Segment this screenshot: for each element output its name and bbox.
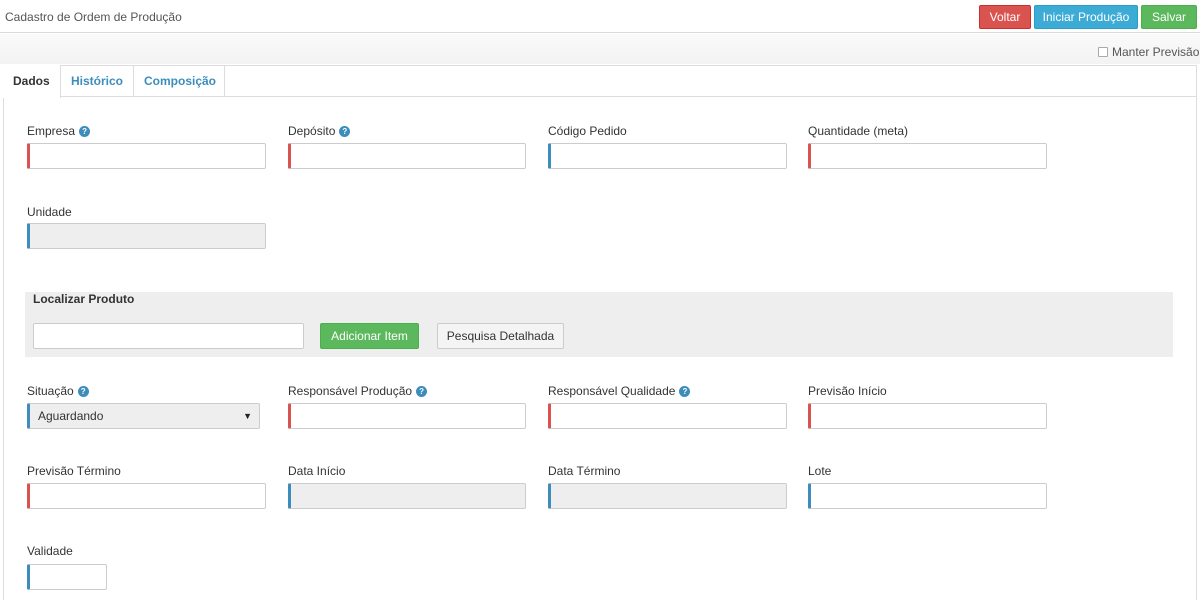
validade-label: Validade <box>27 544 73 558</box>
previsao-termino-label: Previsão Término <box>27 464 121 478</box>
deposito-label-text: Depósito <box>288 124 336 138</box>
resp-qualidade-label-text: Responsável Qualidade <box>548 384 676 398</box>
tab-bar: Dados Histórico Composição <box>3 65 1197 98</box>
produto-search-input[interactable] <box>33 323 304 349</box>
previsao-inicio-field[interactable] <box>808 403 1047 429</box>
empresa-label-text: Empresa <box>27 124 76 138</box>
iniciar-producao-button[interactable]: Iniciar Produção <box>1034 5 1138 29</box>
tab-historico[interactable]: Histórico <box>61 65 134 97</box>
situacao-value: Aguardando <box>38 409 104 423</box>
manter-previsao-label: Manter Previsão <box>1112 45 1200 59</box>
help-icon[interactable]: ? <box>77 385 89 397</box>
help-icon[interactable]: ? <box>416 385 428 397</box>
empresa-field[interactable] <box>27 143 266 169</box>
tab-dados[interactable]: Dados <box>3 65 61 98</box>
situacao-select[interactable]: Aguardando ▼ <box>27 403 260 429</box>
manter-previsao-checkbox[interactable] <box>1098 47 1108 57</box>
unidade-field <box>27 223 266 249</box>
help-icon[interactable]: ? <box>339 125 351 137</box>
codigo-pedido-label: Código Pedido <box>548 124 627 138</box>
voltar-button[interactable]: Voltar <box>979 5 1031 29</box>
manter-previsao-toggle[interactable]: Manter Previsão <box>1098 45 1199 59</box>
quantidade-label: Quantidade (meta) <box>808 124 909 138</box>
lote-label: Lote <box>808 464 832 478</box>
data-termino-field <box>548 483 787 509</box>
data-termino-label: Data Término <box>548 464 621 478</box>
tab-composicao[interactable]: Composição <box>134 65 225 97</box>
help-icon[interactable]: ? <box>679 385 691 397</box>
deposito-field[interactable] <box>288 143 526 169</box>
resp-producao-field[interactable] <box>288 403 526 429</box>
lote-field[interactable] <box>808 483 1047 509</box>
unidade-label: Unidade <box>27 205 72 219</box>
empresa-label: Empresa? <box>27 124 91 138</box>
situacao-label: Situação? <box>27 384 89 398</box>
situacao-label-text: Situação <box>27 384 74 398</box>
resp-producao-label: Responsável Produção? <box>288 384 428 398</box>
help-icon[interactable]: ? <box>79 125 91 137</box>
localizar-produto-title: Localizar Produto <box>33 292 135 306</box>
adicionar-item-button[interactable]: Adicionar Item <box>320 323 419 349</box>
data-inicio-label: Data Início <box>288 464 346 478</box>
sub-bar <box>0 34 1200 64</box>
resp-qualidade-label: Responsável Qualidade? <box>548 384 691 398</box>
codigo-pedido-field[interactable] <box>548 143 787 169</box>
salvar-button[interactable]: Salvar <box>1141 5 1197 29</box>
pesquisa-detalhada-button[interactable]: Pesquisa Detalhada <box>437 323 564 349</box>
quantidade-field[interactable] <box>808 143 1047 169</box>
deposito-label: Depósito? <box>288 124 351 138</box>
chevron-down-icon: ▼ <box>243 411 252 421</box>
page-title: Cadastro de Ordem de Produção <box>5 10 182 24</box>
resp-producao-label-text: Responsável Produção <box>288 384 413 398</box>
data-inicio-field <box>288 483 526 509</box>
previsao-inicio-label: Previsão Início <box>808 384 887 398</box>
previsao-termino-field[interactable] <box>27 483 266 509</box>
resp-qualidade-field[interactable] <box>548 403 787 429</box>
validade-field[interactable] <box>27 564 107 590</box>
